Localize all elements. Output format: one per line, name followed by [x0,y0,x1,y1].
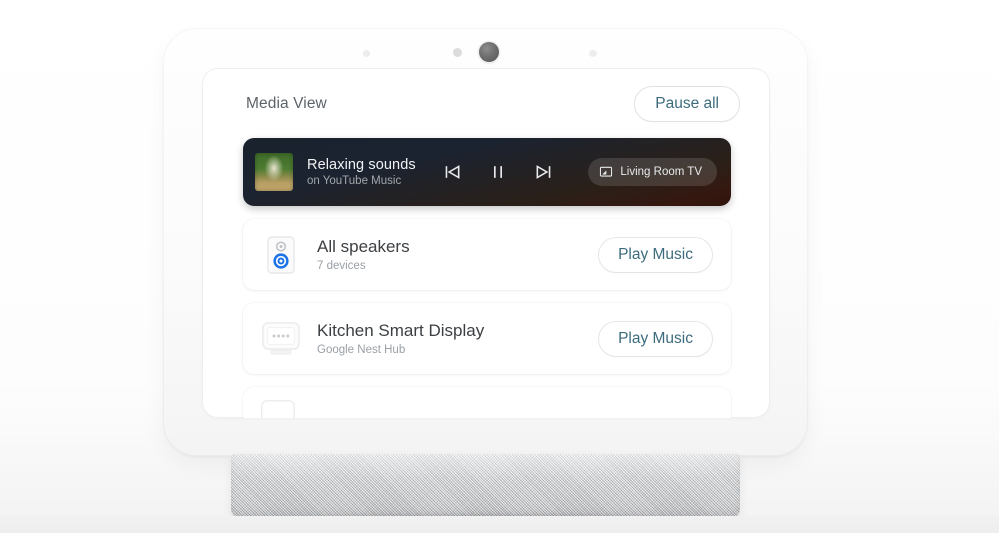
media-transport-controls [442,162,554,182]
now-playing-card[interactable]: Relaxing sounds on YouTube Music Living … [243,138,731,206]
media-cards-list: Relaxing sounds on YouTube Music Living … [243,138,731,418]
floor-surface [0,516,999,533]
nest-hub-device-body: Media View Pause all Relaxing sounds on … [163,28,808,456]
speaker-group-icon-wrap [261,235,301,275]
play-music-button[interactable]: Play Music [598,236,713,273]
skip-previous-icon [445,165,460,179]
camera-lens-icon [479,42,499,62]
device-subtitle: 7 devices [317,260,366,272]
album-art-thumbnail-icon [255,153,293,191]
cast-target-label: Living Room TV [620,166,702,178]
pause-button[interactable] [488,162,508,182]
smart-display-icon [261,400,295,418]
track-info: Relaxing sounds on YouTube Music [307,157,416,187]
smart-display-icon [262,321,300,354]
play-music-button[interactable]: Play Music [598,320,713,357]
track-title: Relaxing sounds [307,157,416,173]
device-card-kitchen-smart-display[interactable]: Kitchen Smart Display Google Nest Hub Pl… [243,303,731,374]
pause-icon [493,166,502,178]
ambient-sensor-icon [453,48,462,57]
page-title: Media View [246,95,327,112]
device-name: All speakers [317,237,410,256]
screen-header: Media View Pause all [202,68,770,140]
device-subtitle: Google Nest Hub [317,344,406,356]
device-card-partial[interactable] [243,387,731,418]
pause-all-button[interactable]: Pause all [634,86,740,122]
skip-previous-button[interactable] [442,162,462,182]
ambient-sensor-icon [589,50,597,57]
fabric-speaker-grille [231,454,740,518]
device-screen: Media View Pause all Relaxing sounds on … [202,68,770,418]
skip-next-icon [536,165,551,179]
product-photo-scene: Media View Pause all Relaxing sounds on … [0,0,999,533]
speaker-group-icon [267,235,295,274]
cast-tv-icon [600,166,613,177]
skip-next-button[interactable] [534,162,554,182]
device-info: Kitchen Smart Display Google Nest Hub [317,321,484,356]
device-name: Kitchen Smart Display [317,321,485,340]
cast-target-chip[interactable]: Living Room TV [588,158,717,186]
ambient-sensor-icon [363,50,370,57]
device-info: All speakers 7 devices [317,237,410,272]
smart-display-icon-wrap [261,319,301,359]
device-card-all-speakers[interactable]: All speakers 7 devices Play Music [243,219,731,290]
track-subtitle: on YouTube Music [307,175,402,187]
